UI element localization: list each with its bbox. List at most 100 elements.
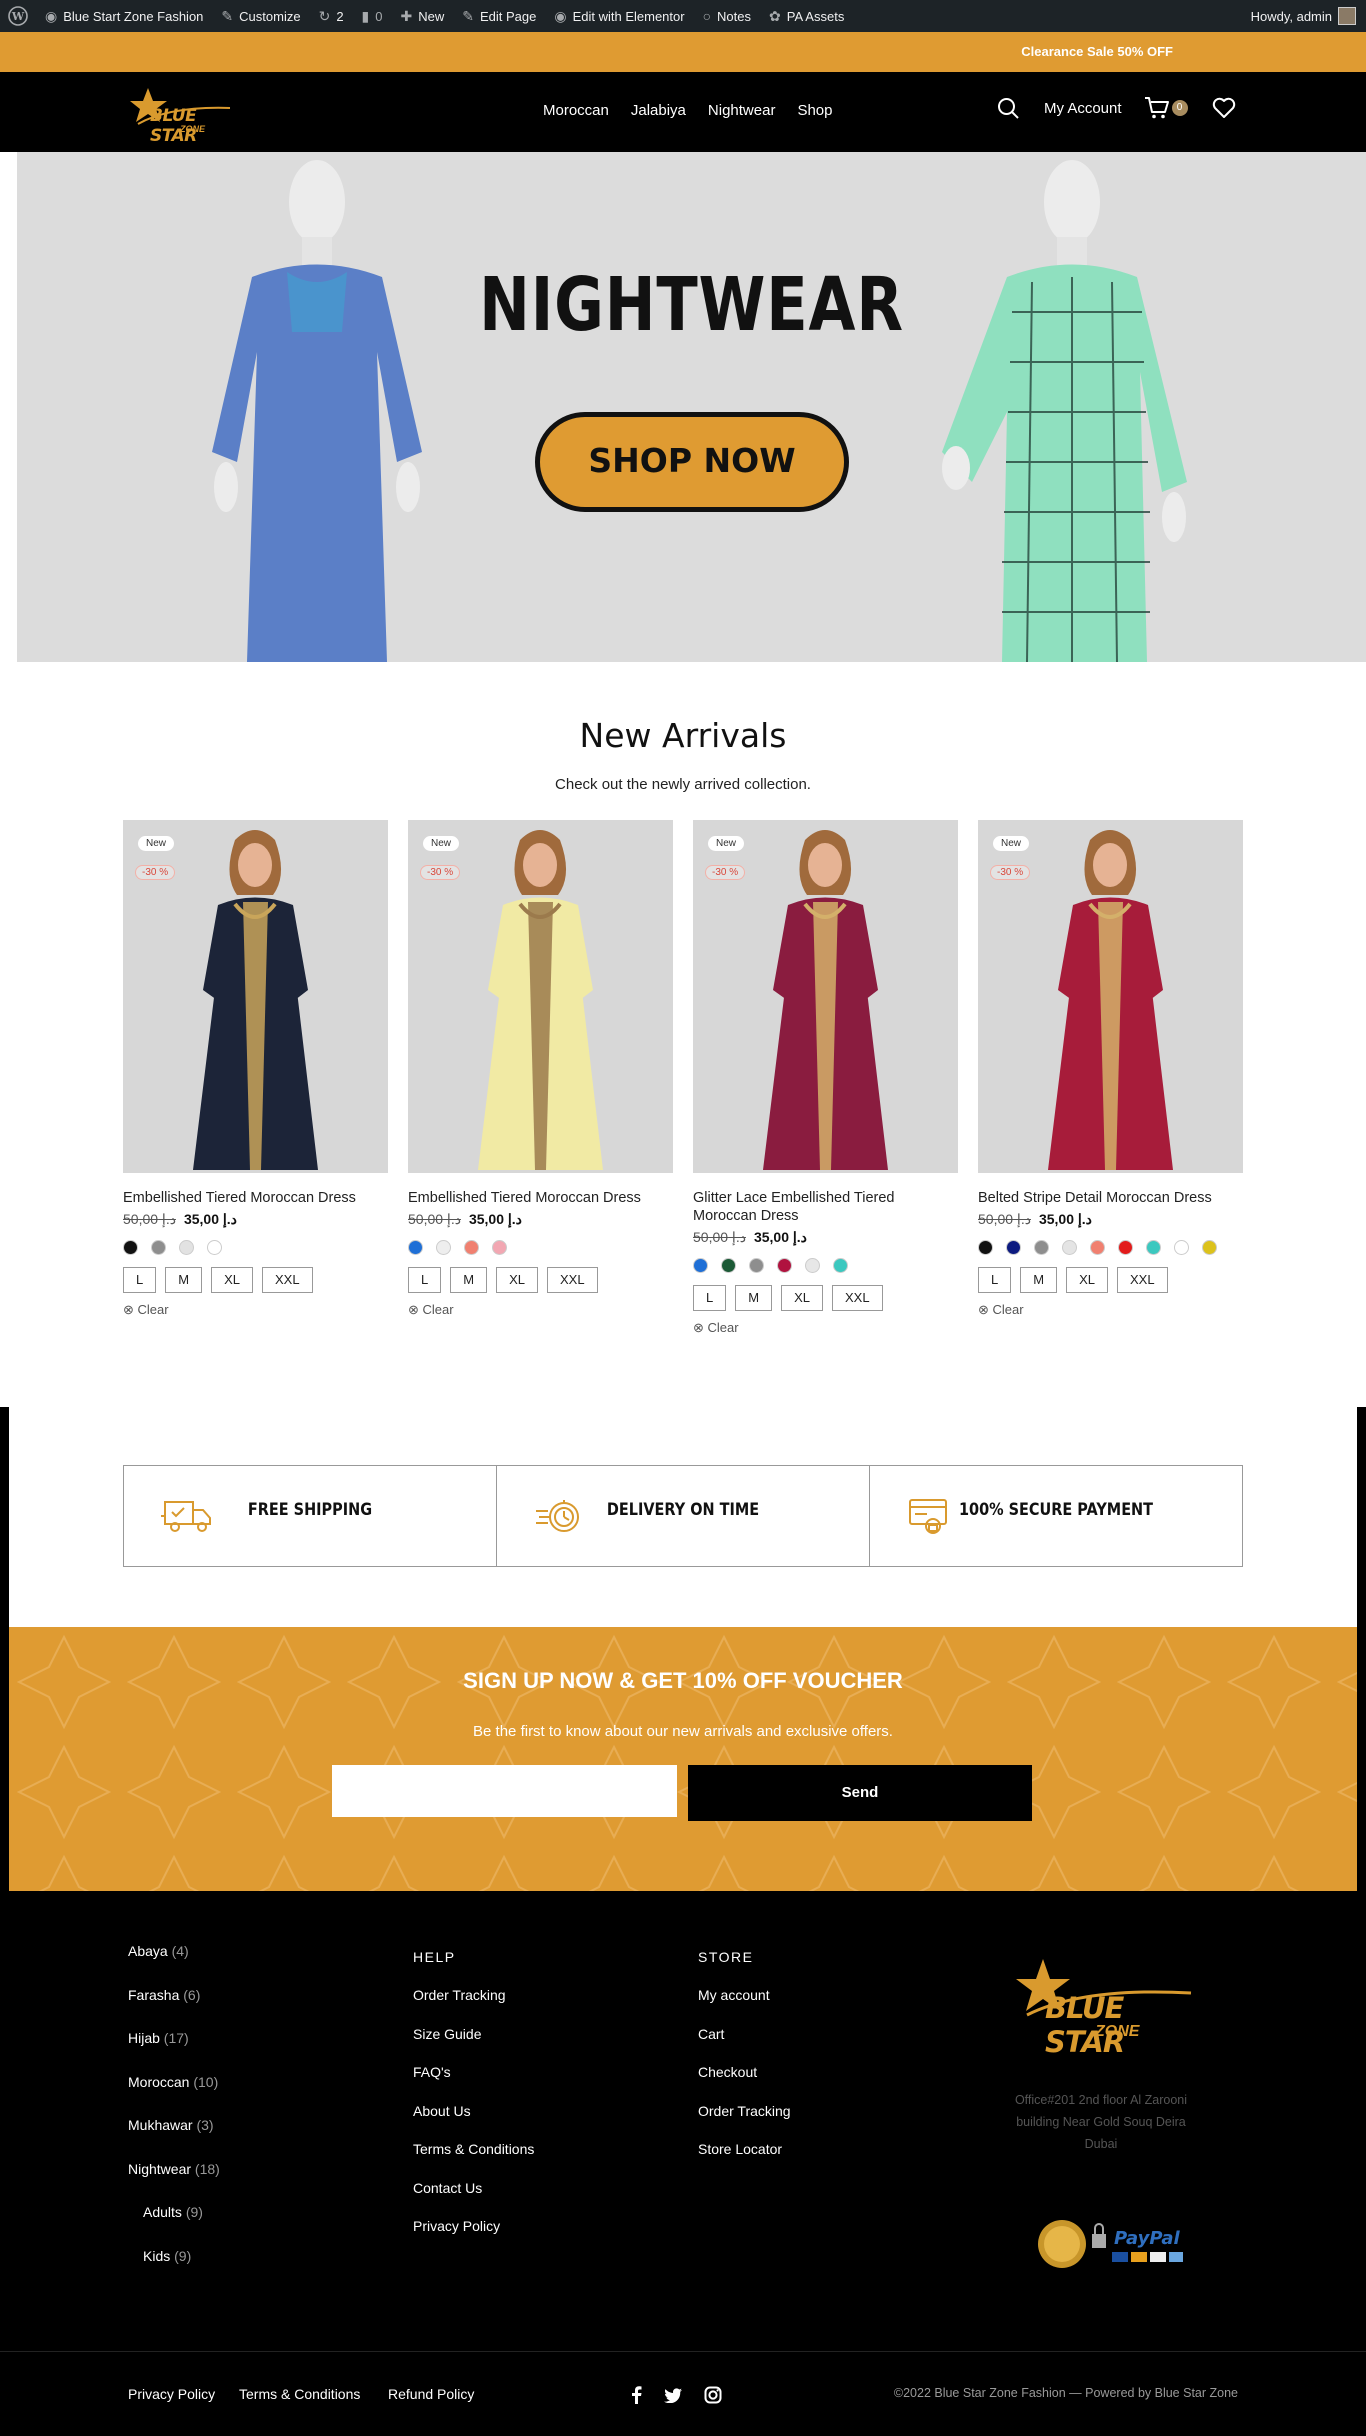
admin-notes[interactable]: ○ Notes — [694, 0, 760, 32]
footer-category-item[interactable]: Abaya (4) — [128, 1943, 220, 1987]
size-option[interactable]: L — [123, 1267, 157, 1293]
size-option[interactable]: L — [408, 1267, 442, 1293]
clear-selection[interactable]: ⊗ Clear — [978, 1302, 1243, 1318]
search-icon[interactable] — [994, 94, 1022, 122]
size-option[interactable]: L — [693, 1285, 727, 1311]
color-swatch[interactable] — [1062, 1240, 1077, 1255]
color-swatch[interactable] — [805, 1258, 820, 1273]
facebook-icon[interactable] — [630, 2386, 642, 2404]
footer-terms-link[interactable]: Terms & Conditions — [239, 2386, 360, 2402]
color-swatch[interactable] — [408, 1240, 423, 1255]
color-swatch[interactable] — [492, 1240, 507, 1255]
footer-privacy-link[interactable]: Privacy Policy — [128, 2386, 215, 2402]
size-option[interactable]: M — [450, 1267, 488, 1293]
footer-link[interactable]: My account — [698, 1987, 791, 2026]
color-swatch[interactable] — [749, 1258, 764, 1273]
footer-link[interactable]: Store Locator — [698, 2141, 791, 2180]
footer-link[interactable]: FAQ's — [413, 2064, 534, 2103]
footer-link[interactable]: Contact Us — [413, 2180, 534, 2219]
size-option[interactable]: M — [1020, 1267, 1058, 1293]
admin-account[interactable]: Howdy, admin — [1242, 0, 1366, 32]
admin-updates[interactable]: ↻ 2 — [310, 0, 353, 32]
color-swatch[interactable] — [123, 1240, 138, 1255]
color-swatch[interactable] — [1118, 1240, 1133, 1255]
hero-banner[interactable]: NIGHTWEAR SHOP NOW — [17, 152, 1366, 662]
nav-item-jalabiya[interactable]: Jalabiya — [631, 102, 686, 119]
product-card[interactable]: New -30 % Belted Stripe Detail Moroccan … — [978, 820, 1243, 1318]
color-swatch[interactable] — [833, 1258, 848, 1273]
admin-edit-elementor[interactable]: ◉ Edit with Elementor — [545, 0, 693, 32]
size-option[interactable]: M — [165, 1267, 203, 1293]
color-swatch[interactable] — [436, 1240, 451, 1255]
color-swatch[interactable] — [1034, 1240, 1049, 1255]
wishlist-heart-icon[interactable] — [1210, 94, 1238, 122]
send-button[interactable]: Send — [688, 1765, 1032, 1821]
product-name[interactable]: Belted Stripe Detail Moroccan Dress — [978, 1189, 1243, 1207]
footer-link[interactable]: Size Guide — [413, 2026, 534, 2065]
admin-comments[interactable]: ▮ 0 — [353, 0, 392, 32]
color-swatch[interactable] — [1090, 1240, 1105, 1255]
product-image[interactable]: New -30 % — [978, 820, 1243, 1173]
footer-category-item[interactable]: Nightwear (18) — [128, 2161, 220, 2205]
footer-link[interactable]: Order Tracking — [413, 1987, 534, 2026]
my-account-link[interactable]: My Account — [1044, 100, 1122, 117]
product-name[interactable]: Embellished Tiered Moroccan Dress — [123, 1189, 388, 1207]
product-card[interactable]: New -30 % Embellished Tiered Moroccan Dr… — [123, 820, 388, 1318]
footer-category-item[interactable]: Hijab (17) — [128, 2030, 220, 2074]
clear-selection[interactable]: ⊗ Clear — [693, 1320, 958, 1336]
color-swatch[interactable] — [464, 1240, 479, 1255]
color-swatch[interactable] — [1174, 1240, 1189, 1255]
footer-logo[interactable]: BLUE STAR ZONE — [1013, 1955, 1203, 2059]
clear-selection[interactable]: ⊗ Clear — [408, 1302, 673, 1318]
footer-link[interactable]: Cart — [698, 2026, 791, 2065]
color-swatch[interactable] — [777, 1258, 792, 1273]
color-swatch[interactable] — [1146, 1240, 1161, 1255]
color-swatch[interactable] — [721, 1258, 736, 1273]
product-name[interactable]: Glitter Lace Embellished Tiered Moroccan… — [693, 1189, 958, 1225]
color-swatch[interactable] — [207, 1240, 222, 1255]
footer-category-item[interactable]: Kids (9) — [128, 2248, 220, 2292]
admin-new[interactable]: ✚ New — [392, 0, 454, 32]
nav-item-shop[interactable]: Shop — [797, 102, 832, 119]
footer-link[interactable]: Checkout — [698, 2064, 791, 2103]
product-image[interactable]: New -30 % — [123, 820, 388, 1173]
size-option[interactable]: XL — [211, 1267, 253, 1293]
footer-refund-link[interactable]: Refund Policy — [388, 2386, 474, 2402]
footer-category-item[interactable]: Adults (9) — [128, 2204, 220, 2248]
nav-item-moroccan[interactable]: Moroccan — [543, 102, 609, 119]
footer-link[interactable]: About Us — [413, 2103, 534, 2142]
footer-category-item[interactable]: Farasha (6) — [128, 1987, 220, 2031]
size-option[interactable]: XXL — [831, 1285, 883, 1311]
admin-edit-page[interactable]: ✎ Edit Page — [453, 0, 545, 32]
color-swatch[interactable] — [151, 1240, 166, 1255]
site-logo[interactable]: BLUE STAR ZONE — [130, 84, 240, 146]
color-swatch[interactable] — [693, 1258, 708, 1273]
size-option[interactable]: XL — [496, 1267, 538, 1293]
size-option[interactable]: M — [735, 1285, 773, 1311]
footer-link[interactable]: Privacy Policy — [413, 2218, 534, 2257]
admin-site-name[interactable]: ◉ Blue Start Zone Fashion — [36, 0, 212, 32]
clear-selection[interactable]: ⊗ Clear — [123, 1302, 388, 1318]
size-option[interactable]: L — [978, 1267, 1012, 1293]
wordpress-logo-icon[interactable]: W — [0, 0, 36, 32]
size-option[interactable]: XXL — [546, 1267, 598, 1293]
size-option[interactable]: XL — [781, 1285, 823, 1311]
admin-customize[interactable]: ✎ Customize — [212, 0, 309, 32]
instagram-icon[interactable] — [704, 2386, 722, 2404]
shop-now-button[interactable]: SHOP NOW — [535, 412, 849, 512]
size-option[interactable]: XXL — [1116, 1267, 1168, 1293]
product-card[interactable]: New -30 % Glitter Lace Embellished Tiere… — [693, 820, 958, 1336]
product-card[interactable]: New -30 % Embellished Tiered Moroccan Dr… — [408, 820, 673, 1318]
cart-button[interactable]: 0 — [1144, 96, 1188, 120]
footer-link[interactable]: Terms & Conditions — [413, 2141, 534, 2180]
footer-category-item[interactable]: Mukhawar (3) — [128, 2117, 220, 2161]
footer-category-item[interactable]: Moroccan (10) — [128, 2074, 220, 2118]
nav-item-nightwear[interactable]: Nightwear — [708, 102, 776, 119]
product-image[interactable]: New -30 % — [693, 820, 958, 1173]
product-name[interactable]: Embellished Tiered Moroccan Dress — [408, 1189, 673, 1207]
footer-link[interactable]: Order Tracking — [698, 2103, 791, 2142]
color-swatch[interactable] — [179, 1240, 194, 1255]
color-swatch[interactable] — [1006, 1240, 1021, 1255]
product-image[interactable]: New -30 % — [408, 820, 673, 1173]
color-swatch[interactable] — [1202, 1240, 1217, 1255]
